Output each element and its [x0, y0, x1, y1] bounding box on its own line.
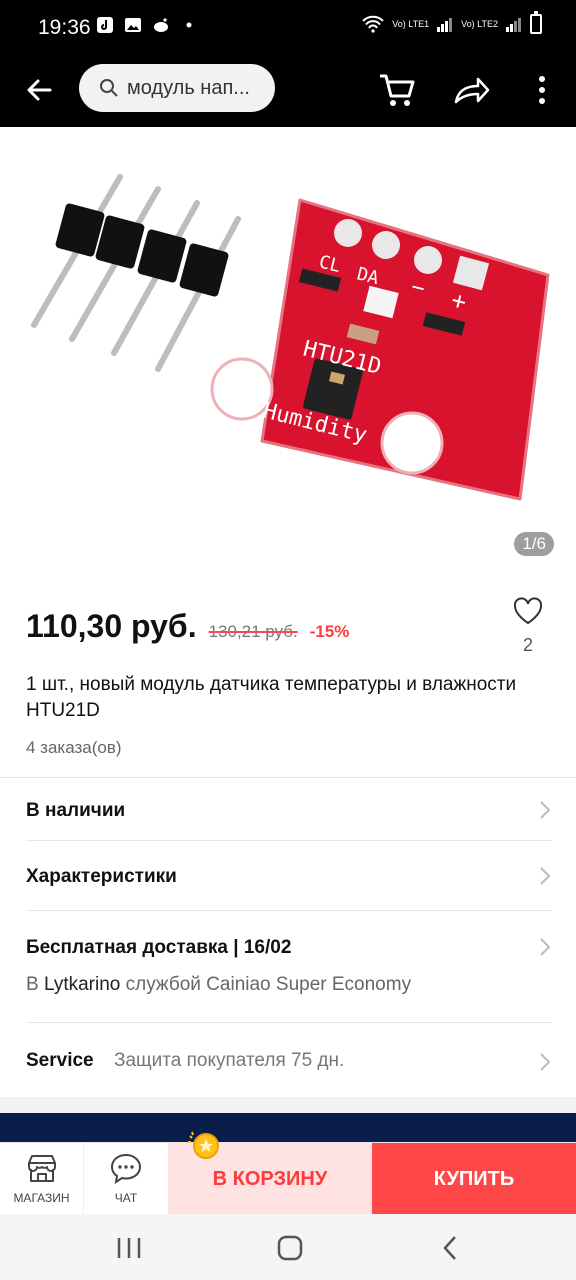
chevron-right-icon	[540, 938, 551, 956]
stock-label: В наличии	[26, 800, 126, 821]
nav-bar: модуль нап...	[0, 56, 576, 127]
specs-row[interactable]: Характеристики	[0, 841, 576, 909]
delivery-service: службой Cainiao Super Economy	[120, 974, 412, 995]
chevron-right-icon	[540, 867, 551, 885]
tiktok-notification-icon	[97, 17, 113, 33]
stock-row[interactable]: В наличии	[0, 778, 576, 840]
chevron-right-icon	[540, 1053, 551, 1071]
chat-button[interactable]: ЧАТ	[84, 1143, 168, 1215]
signal-icon	[437, 18, 453, 32]
buy-now-button[interactable]: КУПИТЬ	[372, 1143, 576, 1215]
search-icon	[100, 79, 118, 97]
back-arrow-icon[interactable]	[20, 70, 60, 110]
delivery-city: Lytkarino	[43, 974, 121, 995]
share-icon[interactable]	[448, 68, 492, 112]
search-input[interactable]: модуль нап...	[79, 64, 275, 112]
home-icon[interactable]	[275, 1234, 305, 1262]
status-time: 19:36	[38, 16, 91, 39]
section-gap	[0, 1097, 576, 1113]
product-image-gallery[interactable]: CL DA − + HW-220 HTU21D Humidity 1/6	[0, 127, 576, 577]
favorites-count: 2	[522, 635, 533, 655]
signal-icon	[506, 18, 521, 32]
sim2-label: Vo) LTE2	[461, 19, 498, 29]
favorite-button[interactable]: 2	[510, 596, 546, 656]
status-bar: 19:36 Vo) LTE1 Vo) LTE2	[0, 0, 576, 56]
bottom-action-bar: МАГАЗИН ЧАТ В КОРЗИНУ КУПИТЬ	[0, 1142, 576, 1215]
more-vert-icon[interactable]	[520, 68, 564, 112]
gallery-notification-icon	[125, 18, 141, 32]
delivery-label: Бесплатная доставка | 16/02	[26, 937, 292, 958]
service-row[interactable]: Service Защита покупателя 75 дн.	[0, 1023, 576, 1097]
service-label: Service	[26, 1050, 94, 1071]
recent-apps-icon[interactable]	[114, 1234, 144, 1262]
coin-badge-icon	[188, 1131, 219, 1159]
old-price: 130,21 руб.	[208, 622, 298, 641]
top-area: 19:36 Vo) LTE1 Vo) LTE2 модуль нап...	[0, 0, 576, 127]
back-icon[interactable]	[436, 1234, 466, 1262]
pin-header	[31, 174, 241, 372]
sensor-board: CL DA − + HW-220 HTU21D Humidity	[210, 198, 550, 501]
chevron-right-icon	[540, 801, 551, 819]
store-button[interactable]: МАГАЗИН	[0, 1143, 84, 1215]
wifi-icon	[362, 15, 384, 33]
chat-label: ЧАТ	[114, 1191, 138, 1205]
more-notifications-dot-icon	[186, 22, 192, 28]
promo-banner[interactable]	[0, 1113, 576, 1143]
service-text: Защита покупателя 75 дн.	[114, 1050, 345, 1071]
product-title: 1 шт., новый модуль датчика температуры …	[26, 674, 517, 721]
delivery-row[interactable]: Бесплатная доставка | 16/02	[0, 911, 576, 1021]
orders-count: 4 заказа(ов)	[26, 738, 122, 757]
store-label: МАГАЗИН	[13, 1191, 70, 1205]
delivery-details: В Lytkarino службой Cainiao Super Econom…	[26, 974, 411, 996]
heart-icon	[513, 597, 543, 625]
delivery-prefix: В	[26, 974, 44, 995]
discount-badge: -15%	[309, 622, 350, 641]
reddit-notification-icon	[154, 18, 168, 32]
current-price: 110,30 руб.	[26, 608, 197, 644]
product-image: CL DA − + HW-220 HTU21D Humidity	[31, 174, 550, 501]
specs-label: Характеристики	[26, 866, 177, 887]
search-query: модуль нап...	[127, 76, 250, 99]
sim1-label: Vo) LTE1	[392, 19, 430, 29]
system-navigation-bar	[0, 1214, 576, 1280]
store-icon	[27, 1155, 56, 1182]
chat-icon	[110, 1153, 142, 1185]
price-row: 110,30 руб. 130,21 руб. -15%	[26, 608, 349, 645]
image-counter: 1/6	[514, 532, 554, 556]
cart-icon[interactable]	[376, 68, 420, 112]
board-model-label: HW-220	[250, 255, 278, 308]
battery-icon	[530, 11, 542, 34]
